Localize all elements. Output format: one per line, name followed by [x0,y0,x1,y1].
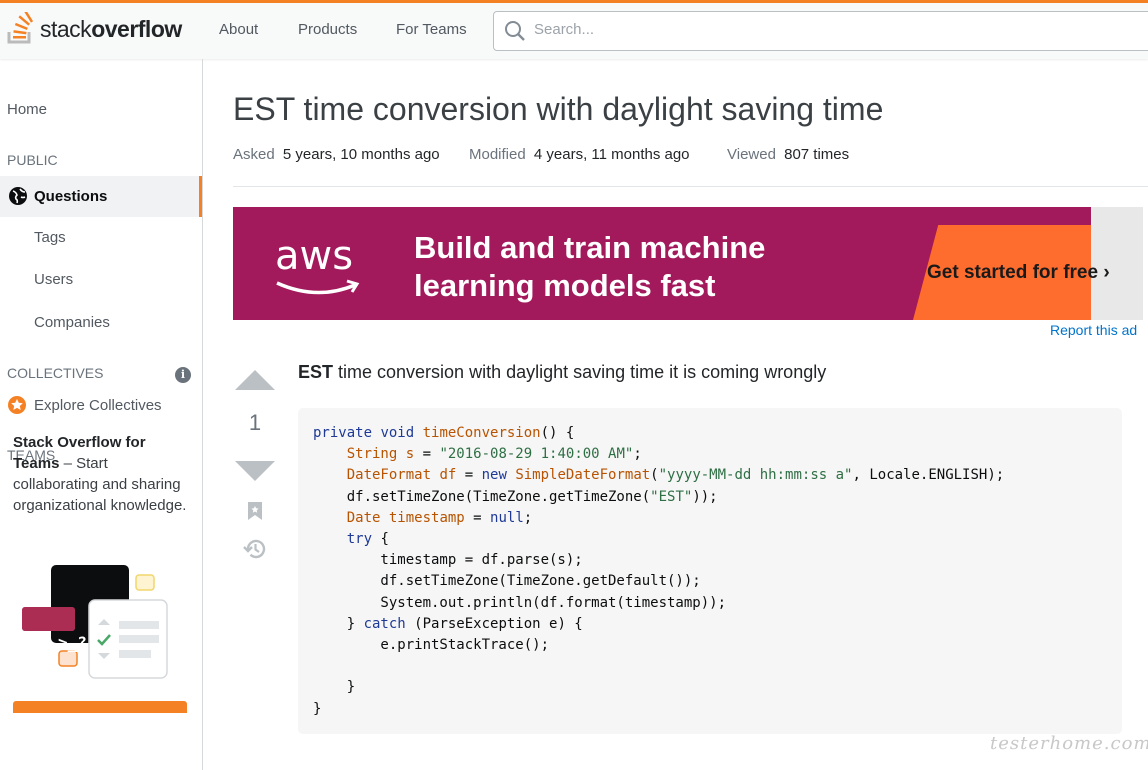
code-line: Date timestamp = null; [346,509,533,526]
code-line: df.setTimeZone(TimeZone.getTimeZone("EST… [313,488,718,505]
sidebar-heading-public: PUBLIC [7,152,58,168]
site-logo[interactable]: stackoverflow [6,9,182,49]
search-box[interactable] [493,11,1148,51]
code-line: private void timeConversion() { [313,425,575,441]
teams-promo: Stack Overflow for Teams – Start collabo… [13,432,193,516]
code-line: } [313,700,322,717]
code-line: String s = "2016-08-29 1:40:00 AM"; [346,446,642,463]
ad-cta-button[interactable]: Get started for free › [927,262,1110,284]
nav-about[interactable]: About [219,21,258,38]
sidebar-heading-collectives: COLLECTIVES [7,365,104,381]
downvote-button[interactable] [235,461,275,481]
viewed-label: Viewed [727,146,776,163]
sidebar-item-home[interactable]: Home [7,101,47,118]
collectives-icon [8,396,26,414]
ad-headline: Build and train machine learning models … [414,230,766,303]
modified-value[interactable]: 4 years, 11 months ago [534,146,690,163]
sidebar-item-questions[interactable]: Questions [0,176,202,217]
modified-meta: Modified 4 years, 11 months ago [469,146,690,163]
report-ad-link[interactable]: Report this ad [1050,322,1137,338]
code-line: DateFormat df = new SimpleDateFormat("yy… [346,467,1005,484]
code-line: } catch (ParseException e) { [313,615,583,632]
bookmark-icon[interactable] [247,501,263,521]
viewed-value: 807 times [784,146,850,163]
modified-label: Modified [469,146,526,163]
ad-banner[interactable]: aws Build and train machine learning mod… [233,207,1143,320]
code-line: e.printStackTrace(); [313,637,550,654]
search-input[interactable] [534,21,934,38]
logo-text: stackoverflow [40,15,182,42]
search-icon [505,21,525,41]
asked-label: Asked [233,146,275,163]
history-icon[interactable] [243,537,267,561]
code-line: try { [346,531,389,548]
post-tags-row [298,766,438,770]
sidebar-item-label: Questions [34,188,108,205]
header-divider [233,186,1148,187]
code-line: System.out.println(df.format(timestamp))… [313,594,727,611]
nav-for-teams[interactable]: For Teams [396,21,467,38]
sidebar-item-explore-collectives[interactable]: Explore Collectives [34,397,162,414]
sidebar-item-tags[interactable]: Tags [34,229,66,246]
teams-cta-button[interactable] [13,701,187,713]
question-title[interactable]: EST time conversion with daylight saving… [233,91,883,128]
vote-count: 1 [248,410,262,435]
asked-meta: Asked 5 years, 10 months ago [233,146,440,163]
viewed-meta: Viewed 807 times [727,146,849,163]
code-block[interactable]: private void timeConversion() { String s… [298,408,1122,734]
asked-value: 5 years, 10 months ago [282,146,440,163]
globe-icon [9,187,27,205]
aws-logo: aws [275,233,360,295]
nav-products[interactable]: Products [298,21,357,38]
code-line: timestamp = df.parse(s); [313,552,583,569]
question-body: EST time conversion with daylight saving… [298,362,827,382]
prompt-symbol: >_? [58,633,87,652]
sidebar-item-users[interactable]: Users [34,271,73,288]
stack-logo-icon [7,12,34,44]
info-icon[interactable]: i [175,367,191,383]
aws-smile-icon [276,279,360,295]
code-line: } [313,679,356,696]
code-line: df.setTimeZone(TimeZone.getDefault()); [313,573,701,590]
top-bar: stackoverflow About Products For Teams [0,0,1148,59]
upvote-button[interactable] [235,370,275,390]
watermark: testerhome.com [990,733,1148,754]
sidebar-item-companies[interactable]: Companies [34,314,110,331]
teams-illustration [22,565,168,679]
free-badge: Free [32,669,68,687]
